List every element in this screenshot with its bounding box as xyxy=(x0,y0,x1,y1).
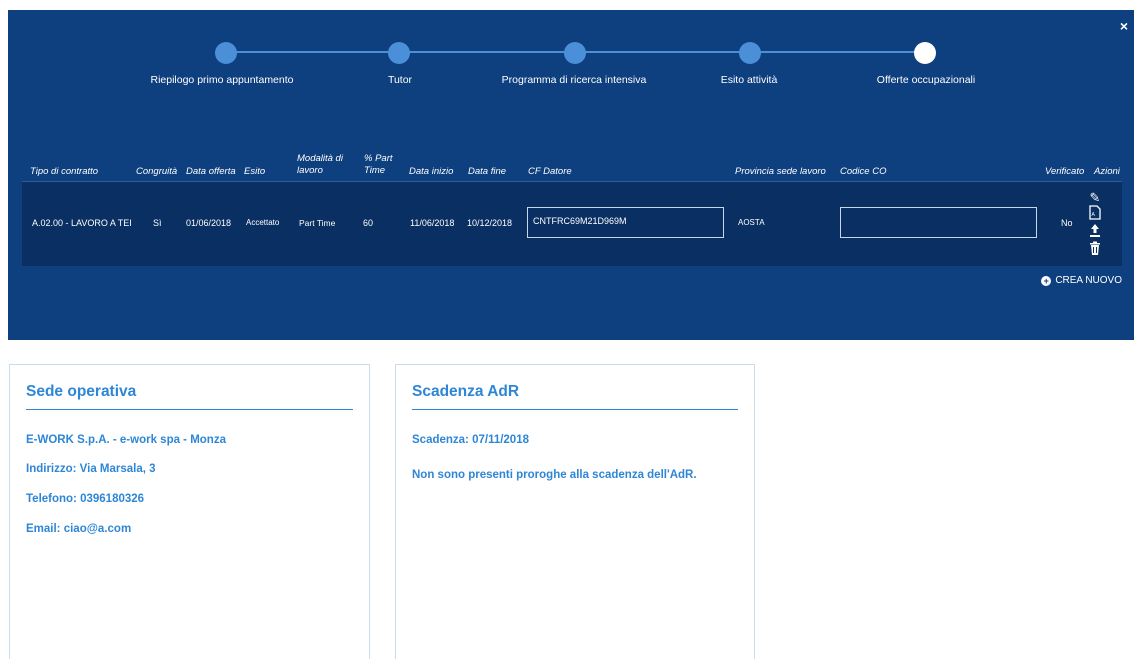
scadenza-date: Scadenza: 07/11/2018 xyxy=(412,434,529,446)
step-dot-tutor[interactable] xyxy=(388,42,410,64)
cell-data-fine: 10/12/2018 xyxy=(467,218,513,228)
header-esito: Esito xyxy=(244,166,266,177)
step-label-programma[interactable]: Programma di ricerca intensiva xyxy=(502,74,647,86)
header-data-fine: Data fine xyxy=(468,166,507,177)
step-dot-riepilogo[interactable] xyxy=(215,42,237,64)
edit-icon[interactable]: ✎ xyxy=(1085,190,1105,205)
create-new-label: CREA NUOVO xyxy=(1055,275,1122,286)
codice-co-input[interactable] xyxy=(840,207,1037,238)
close-icon[interactable]: × xyxy=(1120,18,1128,34)
header-modalita: Modalità di lavoro xyxy=(297,153,343,176)
step-label-tutor[interactable]: Tutor xyxy=(388,74,412,86)
step-label-offerte[interactable]: Offerte occupazionali xyxy=(877,74,975,86)
scadenza-adr-card: Scadenza AdR Scadenza: 07/11/2018 Non so… xyxy=(395,364,755,659)
sede-email: Email: ciao@a.com xyxy=(26,523,132,535)
step-dot-programma[interactable] xyxy=(564,42,586,64)
step-dot-offerte[interactable] xyxy=(914,42,936,64)
header-congruita: Congruità xyxy=(136,166,178,177)
row-actions: ✎ A xyxy=(1085,190,1105,259)
plus-circle-icon: + xyxy=(1041,275,1052,286)
header-codice-co: Codice CO xyxy=(840,166,887,177)
sede-telefono: Telefono: 0396180326 xyxy=(26,493,145,505)
header-tipo-contratto: Tipo di contratto xyxy=(30,166,99,177)
cell-provincia: AOSTA xyxy=(738,218,765,227)
sede-indirizzo: Indirizzo: Via Marsala, 3 xyxy=(26,463,156,475)
scadenza-proroghe: Non sono presenti proroghe alla scadenza… xyxy=(412,469,697,481)
cell-part-time: 60 xyxy=(363,218,374,228)
header-verificato: Verificato xyxy=(1045,166,1085,177)
cell-modalita: Part Time xyxy=(299,218,336,228)
cell-congruita: Sì xyxy=(153,218,162,228)
step-dot-esito[interactable] xyxy=(739,42,761,64)
step-label-riepilogo[interactable]: Riepilogo primo appuntamento xyxy=(150,74,293,86)
cell-data-offerta: 01/06/2018 xyxy=(186,218,232,228)
header-data-inizio: Data inizio xyxy=(409,166,454,177)
header-azioni: Azioni xyxy=(1094,166,1120,177)
sede-operativa-card: Sede operativa E-WORK S.p.A. - e-work sp… xyxy=(9,364,370,659)
svg-text:A: A xyxy=(1092,212,1096,218)
upload-icon[interactable] xyxy=(1085,223,1105,241)
cell-data-inizio: 11/06/2018 xyxy=(410,218,455,228)
sede-operativa-title: Sede operativa xyxy=(26,383,353,410)
cell-tipo-contratto: A.02.00 - LAVORO A TEI xyxy=(32,218,132,228)
cell-esito: Accettato xyxy=(246,218,280,227)
scadenza-adr-title: Scadenza AdR xyxy=(412,383,738,410)
step-label-esito[interactable]: Esito attività xyxy=(721,74,778,86)
header-data-offerta: Data offerta xyxy=(186,166,236,177)
sede-azienda: E-WORK S.p.A. - e-work spa - Monza xyxy=(26,434,226,446)
pdf-icon[interactable]: A xyxy=(1085,205,1105,223)
header-provincia: Provincia sede lavoro xyxy=(735,166,826,177)
trash-icon[interactable] xyxy=(1085,241,1105,259)
create-new-button[interactable]: + CREA NUOVO xyxy=(1041,275,1122,286)
cf-datore-input[interactable] xyxy=(527,207,724,238)
header-part-time: % Part Time xyxy=(364,153,393,176)
header-cf-datore: CF Datore xyxy=(528,166,572,177)
cell-verificato: No xyxy=(1061,218,1073,228)
